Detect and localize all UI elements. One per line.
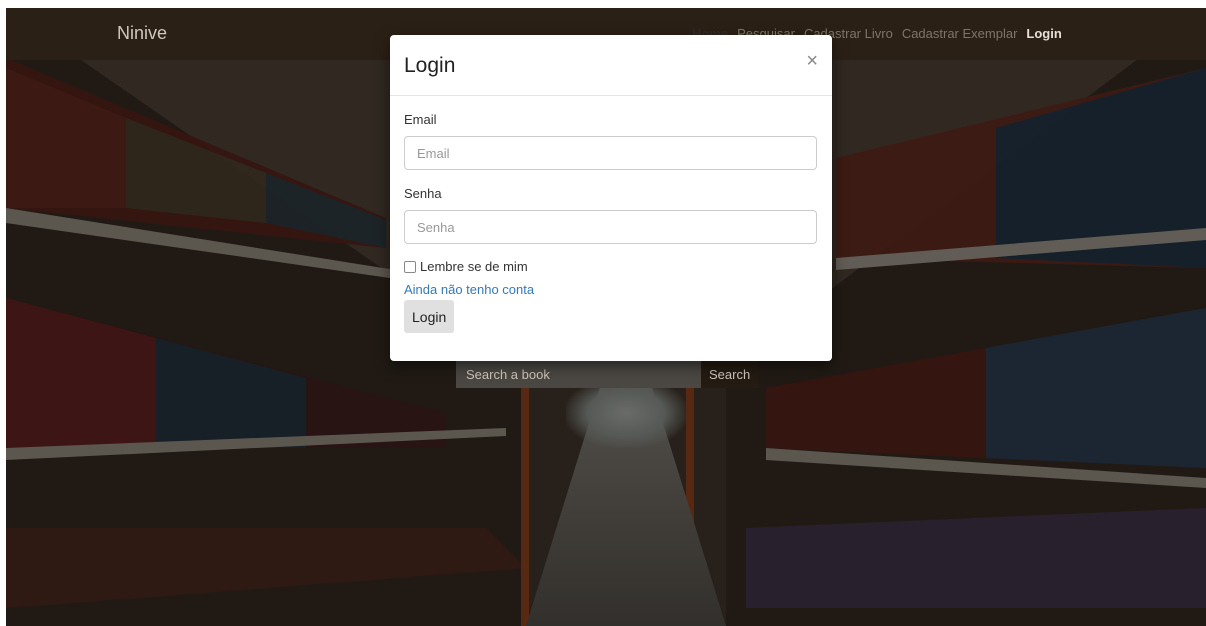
search-button[interactable]: Search xyxy=(701,360,759,388)
nav-item-cadastrar-exemplar[interactable]: Cadastrar Exemplar xyxy=(902,26,1018,41)
remember-me-row: Lembre se de mim xyxy=(404,259,818,274)
modal-header: Login × xyxy=(390,35,832,96)
password-field[interactable] xyxy=(404,210,817,244)
page-viewport: Ninive Home Pesquisar Cadastrar Livro Ca… xyxy=(6,8,1206,626)
modal-title: Login xyxy=(404,54,456,77)
login-button[interactable]: Login xyxy=(404,300,455,333)
email-label: Email xyxy=(404,112,437,127)
modal-body: Email Senha Lembre se de mim Ainda não t… xyxy=(390,96,832,333)
password-label: Senha xyxy=(404,186,442,201)
nav-item-login[interactable]: Login xyxy=(1026,26,1061,41)
brand-logo[interactable]: Ninive xyxy=(117,23,167,44)
email-field[interactable] xyxy=(404,136,817,170)
search-bar: Search xyxy=(456,360,759,388)
login-modal: Login × Email Senha Lembre se de mim Ain… xyxy=(390,35,832,361)
search-input[interactable] xyxy=(456,360,701,388)
remember-me-checkbox[interactable] xyxy=(404,260,416,273)
close-icon[interactable]: × xyxy=(806,51,818,71)
no-account-link[interactable]: Ainda não tenho conta xyxy=(404,282,818,297)
remember-me-label[interactable]: Lembre se de mim xyxy=(420,259,528,274)
